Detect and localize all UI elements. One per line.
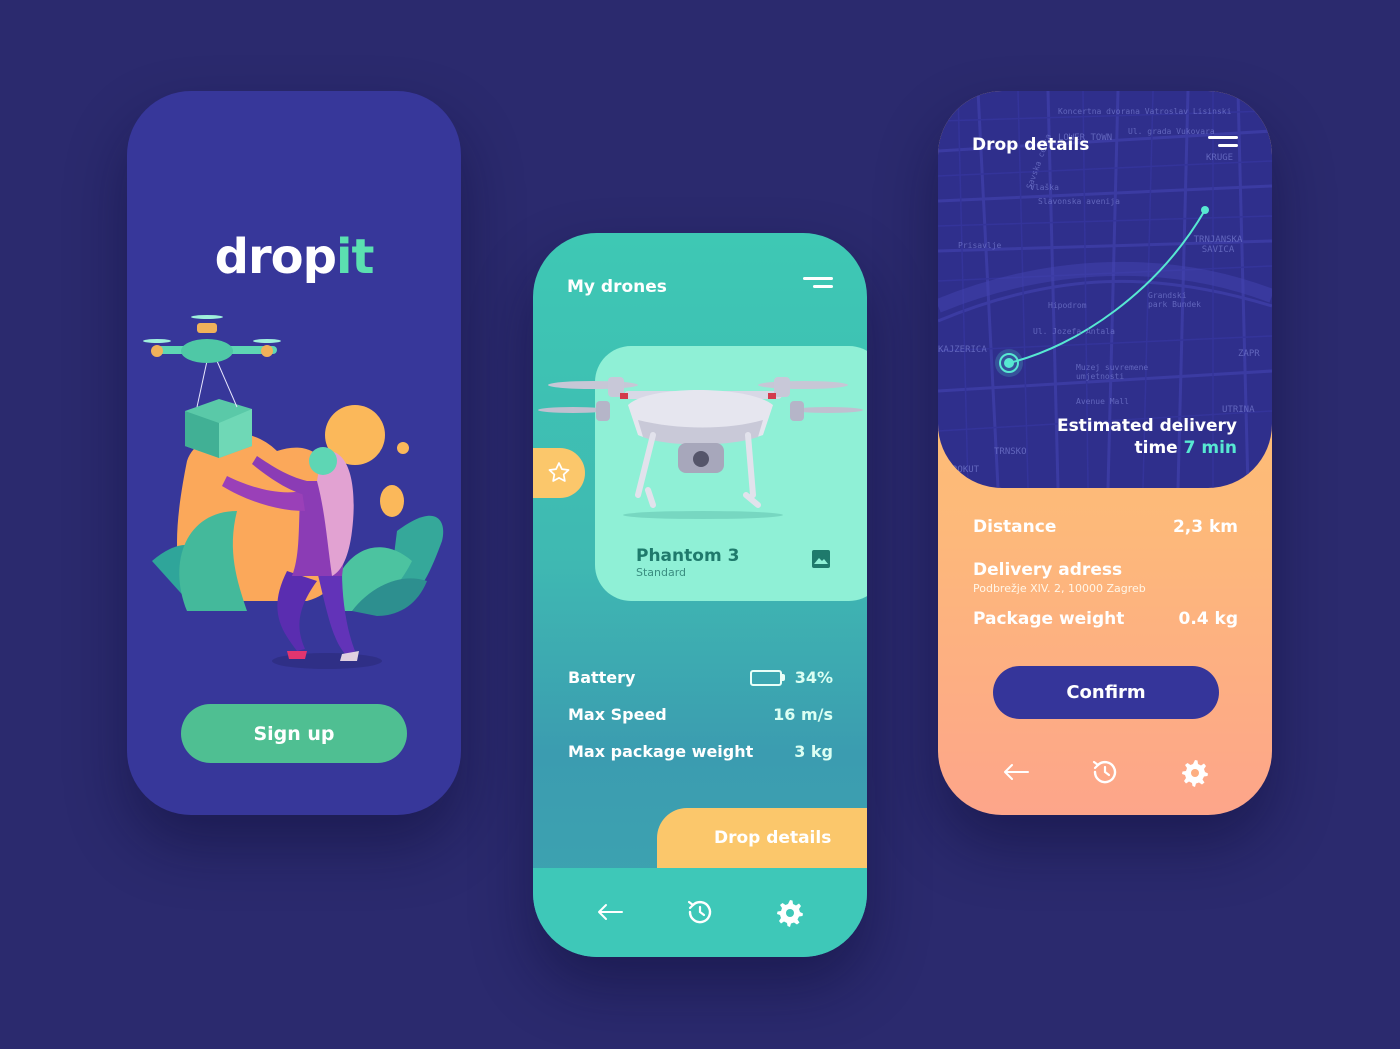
weight-label: Package weight [973, 609, 1125, 629]
history-icon[interactable] [685, 897, 715, 927]
map-label: Prisavlje [958, 241, 1002, 250]
eta-prefix: time [1134, 438, 1178, 458]
page-title: My drones [567, 277, 667, 297]
stat-max-package-weight: Max package weight 3 kg [568, 733, 833, 770]
signup-screen: dropit Sign up [127, 91, 461, 815]
stat-value: 34% [794, 668, 833, 687]
drone-name: Phantom 3 [636, 546, 740, 566]
map-label: UTRINA [1222, 405, 1255, 415]
drop-details-screen: Koncertna dvorana Vatroslav Lisinski Ul.… [938, 91, 1272, 815]
map-label: ZAPR [1238, 349, 1260, 359]
package-weight-row: Package weight 0.4 kg [973, 609, 1238, 629]
estimated-delivery: Estimated delivery time 7 min [1057, 415, 1237, 459]
back-arrow-icon[interactable] [595, 897, 625, 927]
signup-button[interactable]: Sign up [181, 704, 407, 763]
logo-accent: it [335, 229, 374, 285]
delivery-details: Distance 2,3 km Delivery adress Podbrežj… [973, 517, 1238, 629]
map-label: Ul. Jozefa Antala [1033, 327, 1115, 336]
map-label: TRNJANSKA SAVICA [1193, 235, 1243, 255]
address-row: Delivery adress Podbrežje XIV. 2, 10000 … [973, 560, 1238, 595]
confirm-button[interactable]: Confirm [993, 666, 1219, 719]
delivery-map[interactable]: Koncertna dvorana Vatroslav Lisinski Ul.… [938, 91, 1272, 488]
distance-row: Distance 2,3 km [973, 517, 1238, 537]
page-title: Drop details [972, 135, 1090, 155]
logo-main: drop [214, 229, 337, 285]
bottom-nav [533, 868, 867, 957]
stat-battery: Battery 34% [568, 659, 833, 696]
app-logo: dropit [127, 229, 461, 285]
back-arrow-icon[interactable] [1001, 757, 1031, 787]
drone-photo [538, 377, 863, 519]
stat-label: Battery [568, 668, 636, 687]
distance-label: Distance [973, 517, 1057, 537]
menu-icon[interactable] [1208, 136, 1238, 152]
stat-label: Max Speed [568, 705, 667, 724]
address-label: Delivery adress [973, 560, 1123, 580]
image-icon[interactable] [811, 549, 831, 569]
map-label: Koncertna dvorana Vatroslav Lisinski [1058, 107, 1232, 116]
battery-icon [749, 669, 785, 686]
drone-type: Standard [636, 566, 687, 579]
menu-icon[interactable] [803, 277, 833, 293]
eta-label: Estimated delivery [1056, 416, 1237, 436]
stat-value: 16 m/s [773, 705, 833, 724]
stat-max-speed: Max Speed 16 m/s [568, 696, 833, 733]
favorite-button[interactable] [533, 448, 585, 498]
map-label: Ul. grada Vukovara [1128, 127, 1215, 136]
map-label: Slavonska avenija [1038, 197, 1120, 206]
settings-icon[interactable] [1180, 757, 1210, 787]
map-label: Hipodrom [1048, 301, 1087, 310]
eta-value: 7 min [1183, 438, 1237, 458]
address-value: Podbrežje XIV. 2, 10000 Zagreb [973, 582, 1146, 595]
history-icon[interactable] [1090, 757, 1120, 787]
stat-value: 3 kg [794, 742, 833, 761]
weight-value: 0.4 kg [1178, 609, 1238, 629]
map-label: Grandski park Bundek [1148, 291, 1201, 309]
drone-stats: Battery 34% Max Speed 16 m/s Max package… [568, 659, 833, 770]
map-label: Avenue Mall [1076, 397, 1129, 406]
my-drones-screen: My drones Phantom 3 Standard Battery 34%… [533, 233, 867, 957]
drop-details-button[interactable]: Drop details [657, 808, 867, 868]
distance-value: 2,3 km [1172, 517, 1238, 537]
settings-icon[interactable] [775, 897, 805, 927]
map-label: Muzej suvremene umjetnosti [1076, 363, 1149, 381]
star-icon [548, 462, 570, 482]
stat-label: Max package weight [568, 742, 754, 761]
map-label: ROKUT [952, 465, 980, 475]
map-label: KRUGE [1206, 153, 1234, 163]
map-label: TRNSKO [994, 447, 1027, 457]
map-label: KAJZERICA [938, 345, 987, 355]
